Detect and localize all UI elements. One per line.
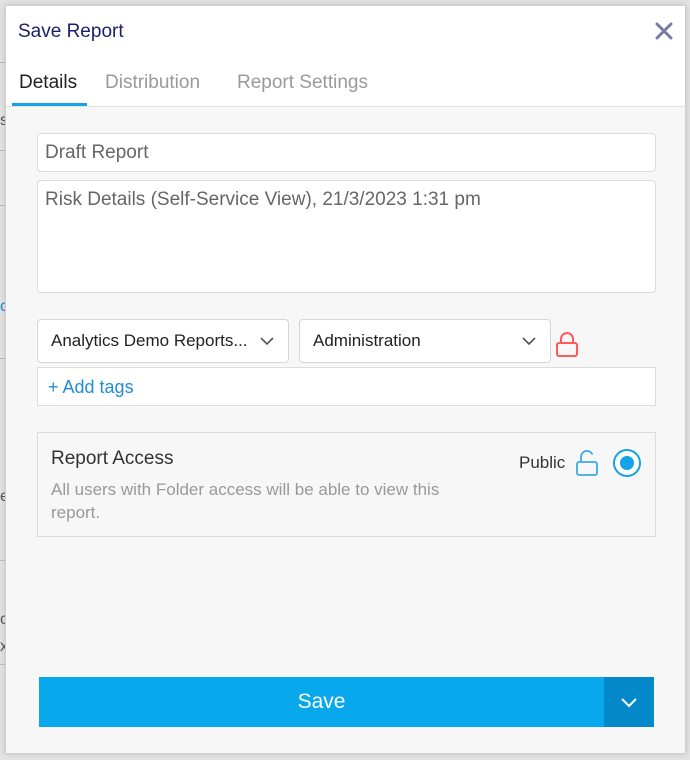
close-button[interactable]: [651, 18, 677, 44]
dialog-header: Save Report: [6, 6, 685, 58]
tab-bar: Details Distribution Report Settings: [6, 58, 685, 107]
report-description-input[interactable]: Risk Details (Self-Service View), 21/3/2…: [37, 180, 656, 293]
close-icon: [655, 22, 673, 40]
chevron-down-icon: [260, 337, 274, 346]
report-access-title: Report Access: [51, 448, 174, 469]
save-options-dropdown[interactable]: [604, 677, 654, 727]
public-label: Public: [519, 453, 566, 472]
save-report-dialog: Save Report Details Distribution Report …: [5, 5, 686, 754]
subfolder-select-value: Administration: [313, 331, 421, 350]
tags-row: + Add tags: [37, 367, 656, 406]
tab-report-settings[interactable]: Report Settings: [237, 72, 368, 104]
dialog-title: Save Report: [18, 21, 124, 42]
active-tab-indicator: [12, 103, 87, 106]
folder-select[interactable]: Analytics Demo Reports...: [37, 319, 289, 363]
tab-details[interactable]: Details: [19, 72, 77, 104]
tab-distribution[interactable]: Distribution: [105, 72, 200, 104]
subfolder-select[interactable]: Administration: [299, 319, 551, 363]
report-name-input[interactable]: [37, 133, 656, 172]
folder-select-value: Analytics Demo Reports...: [51, 331, 248, 350]
report-access-description: All users with Folder access will be abl…: [51, 480, 440, 522]
chevron-down-icon: [621, 698, 637, 708]
save-button[interactable]: Save: [39, 677, 604, 727]
chevron-down-icon: [522, 337, 536, 346]
public-radio[interactable]: [613, 449, 641, 477]
lock-icon[interactable]: [555, 332, 579, 358]
report-access-card: Report Access All users with Folder acce…: [37, 432, 656, 537]
unlock-icon: [576, 450, 598, 476]
add-tags-link[interactable]: + Add tags: [48, 377, 134, 398]
